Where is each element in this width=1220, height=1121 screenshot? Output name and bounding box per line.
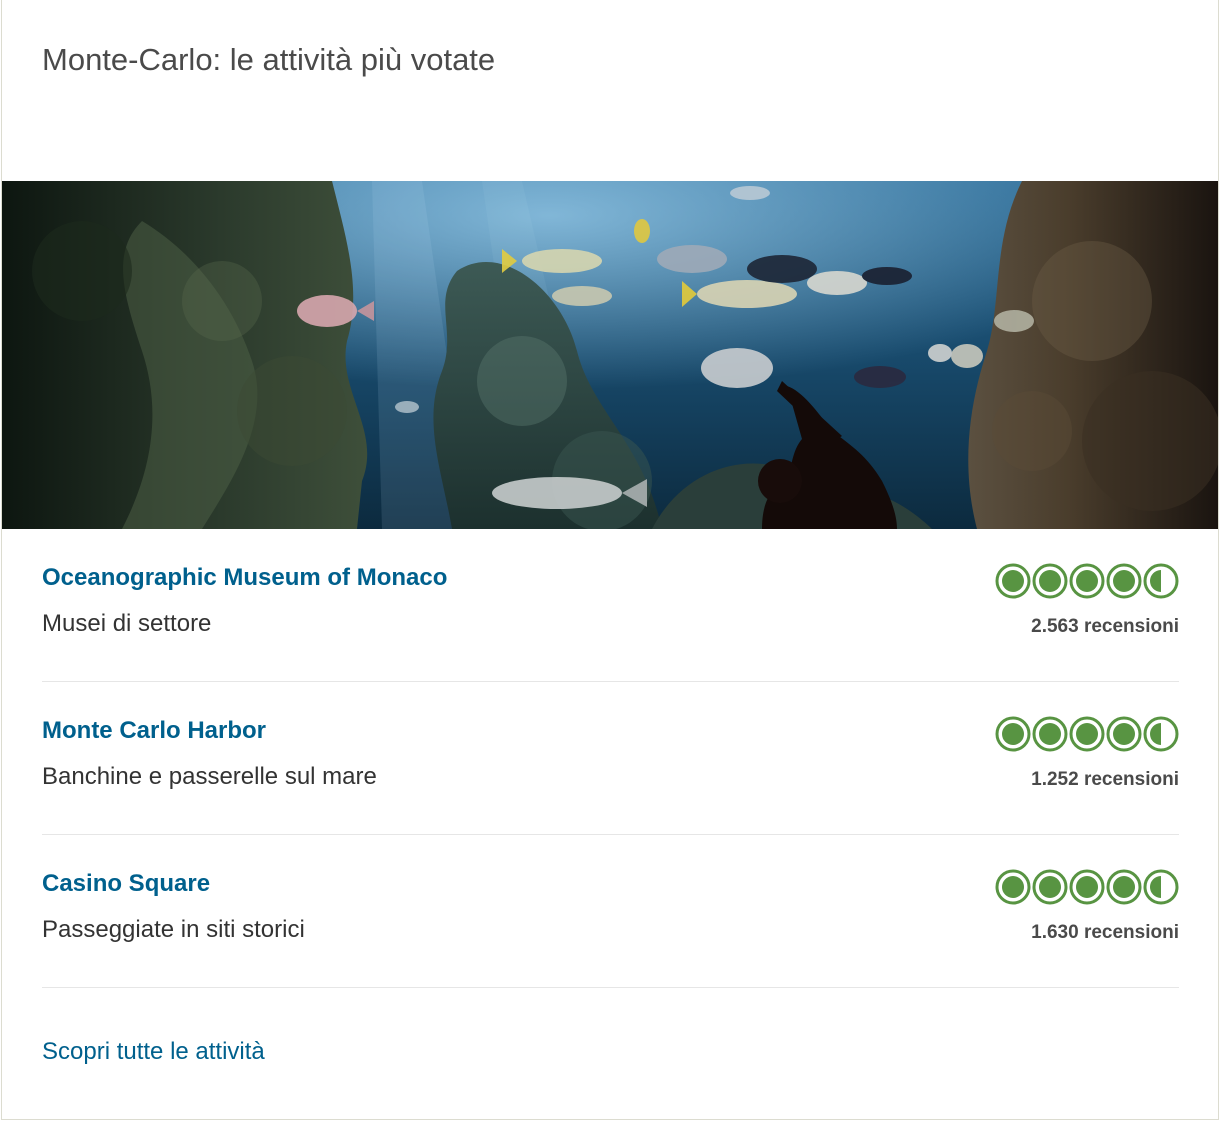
bubble-full-icon xyxy=(1106,869,1142,905)
rating-bubbles[interactable] xyxy=(995,869,1179,905)
bubble-full-icon xyxy=(995,563,1031,599)
attraction-name-link[interactable]: Casino Square xyxy=(42,869,210,899)
hero-image[interactable] xyxy=(2,181,1218,529)
review-count[interactable]: 2.563 recensioni xyxy=(1031,615,1179,639)
bubble-full-icon xyxy=(1106,563,1142,599)
list-item: Monte Carlo Harbor Banchine e passerelle… xyxy=(42,682,1179,835)
bubble-half-icon xyxy=(1143,716,1179,752)
list-item: Oceanographic Museum of Monaco Musei di … xyxy=(42,529,1179,682)
bubble-full-icon xyxy=(1032,716,1068,752)
review-count[interactable]: 1.630 recensioni xyxy=(1031,921,1179,945)
bubble-full-icon xyxy=(1032,563,1068,599)
review-count[interactable]: 1.252 recensioni xyxy=(1031,768,1179,792)
bubble-full-icon xyxy=(1106,716,1142,752)
attraction-category: Passeggiate in siti storici xyxy=(42,916,305,943)
attraction-category: Musei di settore xyxy=(42,610,212,637)
bubble-half-icon xyxy=(1143,563,1179,599)
attraction-name-link[interactable]: Monte Carlo Harbor xyxy=(42,716,266,746)
attractions-list: Oceanographic Museum of Monaco Musei di … xyxy=(42,529,1179,988)
bubble-full-icon xyxy=(1069,869,1105,905)
bubble-full-icon xyxy=(995,716,1031,752)
bubble-full-icon xyxy=(1069,563,1105,599)
bubble-full-icon xyxy=(995,869,1031,905)
top-attractions-widget: Monte-Carlo: le attività più votate Ocea… xyxy=(1,0,1219,1120)
widget-title: Monte-Carlo: le attività più votate xyxy=(42,42,496,77)
aquarium-photo xyxy=(2,181,1218,529)
attraction-name-link[interactable]: Oceanographic Museum of Monaco xyxy=(42,563,447,593)
rating-bubbles[interactable] xyxy=(995,563,1179,599)
bubble-half-icon xyxy=(1143,869,1179,905)
see-all-activities-link[interactable]: Scopri tutte le attività xyxy=(42,1036,265,1068)
attraction-category: Banchine e passerelle sul mare xyxy=(42,763,377,790)
bubble-full-icon xyxy=(1069,716,1105,752)
rating-bubbles[interactable] xyxy=(995,716,1179,752)
list-item: Casino Square Passeggiate in siti storic… xyxy=(42,835,1179,988)
bubble-full-icon xyxy=(1032,869,1068,905)
